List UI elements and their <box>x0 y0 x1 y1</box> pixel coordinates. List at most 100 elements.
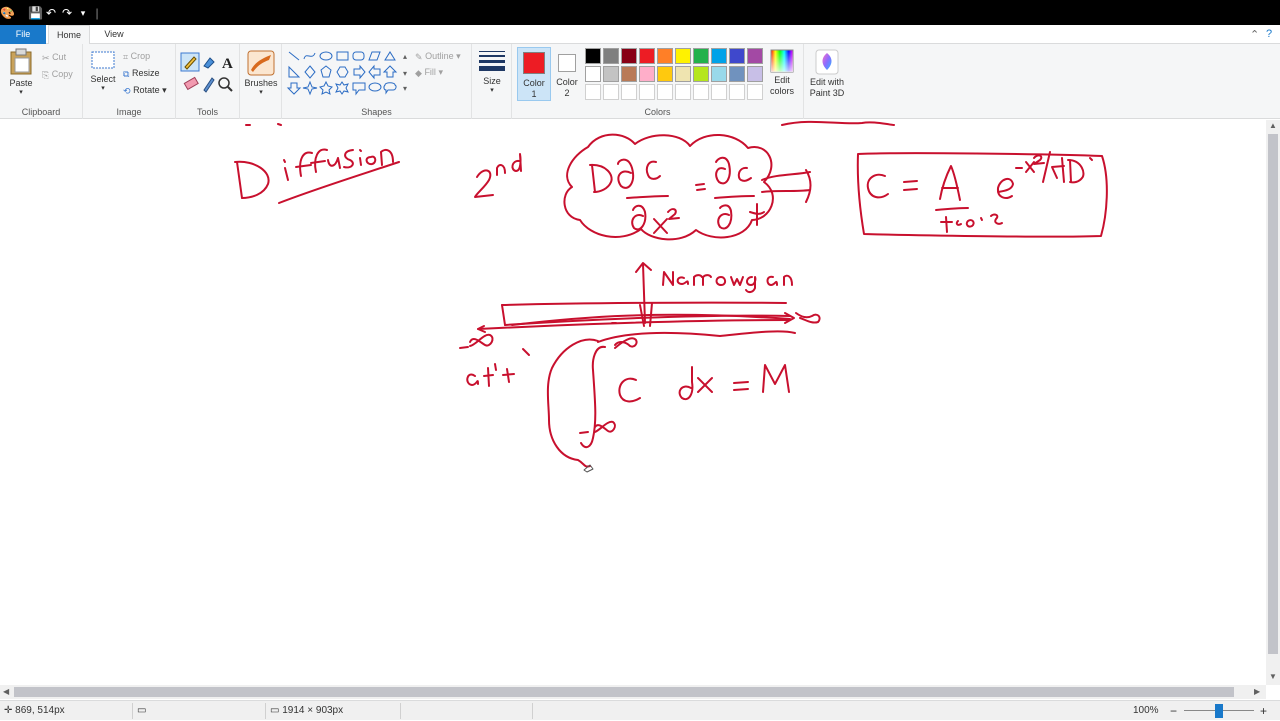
edit-colors-label: Edit colors <box>769 75 794 96</box>
cut-button[interactable]: ✂ Cut <box>42 50 66 64</box>
palette-swatch[interactable] <box>621 48 637 64</box>
resize-button[interactable]: ⧉ Resize <box>123 66 159 80</box>
tab-home[interactable]: Home <box>48 25 90 45</box>
paste-dropdown-icon[interactable]: ▾ <box>6 88 36 96</box>
scroll-up-arrow-icon[interactable]: ▲ <box>1269 121 1277 130</box>
rotate-dropdown-icon[interactable]: ▾ <box>162 85 167 95</box>
brushes-dropdown-icon[interactable]: ▾ <box>244 88 278 96</box>
palette-swatch[interactable] <box>603 66 619 82</box>
tab-file[interactable]: File <box>0 25 46 44</box>
magnifier-icon[interactable] <box>218 77 230 89</box>
shapes-scroll-down-icon[interactable]: ▾ <box>403 69 407 78</box>
canvas-area[interactable] <box>0 120 1280 685</box>
custom-color-slot[interactable] <box>711 84 727 100</box>
scroll-right-arrow-icon[interactable]: ▶ <box>1254 687 1260 696</box>
collapse-ribbon-icon[interactable]: ⌃ <box>1250 28 1259 41</box>
palette-swatch[interactable] <box>693 66 709 82</box>
custom-color-slot[interactable] <box>603 84 619 100</box>
scroll-left-arrow-icon[interactable]: ◀ <box>3 687 9 696</box>
select-button[interactable]: Select ▾ <box>87 50 119 92</box>
custom-color-slot[interactable] <box>675 84 691 100</box>
status-separator <box>132 703 133 719</box>
eraser-icon[interactable] <box>183 76 199 91</box>
diamond-shape-icon <box>304 65 316 79</box>
custom-color-slot[interactable] <box>729 84 745 100</box>
palette-swatch[interactable] <box>603 48 619 64</box>
rectangle-shape-icon <box>336 51 349 61</box>
rectangular-callout-shape-icon <box>352 82 366 96</box>
custom-color-slot[interactable] <box>693 84 709 100</box>
palette-swatch[interactable] <box>711 48 727 64</box>
tab-view[interactable]: View <box>94 25 134 44</box>
palette-swatch[interactable] <box>747 66 763 82</box>
zoom-slider-thumb[interactable] <box>1215 704 1223 718</box>
edit-colors-button[interactable]: Edit colors <box>764 49 800 97</box>
vertical-scrollbar[interactable]: ▲ ▼ <box>1266 120 1280 685</box>
color2-button[interactable]: Color 2 <box>552 47 582 101</box>
edit-with-paint3d-button[interactable]: Edit with Paint 3D <box>806 49 848 99</box>
save-icon[interactable]: 💾 <box>28 6 43 20</box>
color1-button[interactable]: Color 1 <box>517 47 551 101</box>
fill-bucket-icon[interactable] <box>203 57 215 69</box>
scroll-down-arrow-icon[interactable]: ▼ <box>1269 672 1277 681</box>
palette-swatch[interactable] <box>675 66 691 82</box>
shapes-gallery[interactable] <box>286 49 406 99</box>
image-size: 1914 × 903px <box>282 705 344 716</box>
palette-swatch[interactable] <box>693 48 709 64</box>
palette-swatch[interactable] <box>711 66 727 82</box>
copy-button[interactable]: ⎘ Copy <box>42 67 73 81</box>
custom-color-slot[interactable] <box>657 84 673 100</box>
text-tool-icon[interactable]: A <box>222 56 233 72</box>
undo-icon[interactable]: ↶ <box>44 6 58 20</box>
horizontal-scrollbar[interactable]: ◀ ▶ <box>0 685 1266 699</box>
triangle-shape-icon <box>384 51 396 61</box>
four-point-star-shape-icon <box>302 80 318 96</box>
status-separator <box>265 703 266 719</box>
outline-icon: ✎ <box>415 51 423 62</box>
help-icon[interactable]: ? <box>1266 28 1272 40</box>
palette-swatch[interactable] <box>675 48 691 64</box>
rotate-button[interactable]: ⟲ Rotate ▾ <box>123 83 167 97</box>
size-button[interactable]: Size ▾ <box>477 50 507 94</box>
curve-shape-icon <box>303 52 316 60</box>
zoom-out-icon[interactable]: − <box>1170 701 1177 721</box>
select-dropdown-icon[interactable]: ▾ <box>87 84 119 92</box>
palette-swatch[interactable] <box>585 48 601 64</box>
palette-swatch[interactable] <box>747 48 763 64</box>
size-dropdown-icon[interactable]: ▾ <box>477 86 507 94</box>
tools-group-label: Tools <box>196 107 218 117</box>
custom-color-slot[interactable] <box>621 84 637 100</box>
vertical-scroll-thumb[interactable] <box>1268 134 1278 654</box>
title-bar: 🎨 💾 ↶ ↷ ▾ | <box>0 0 1280 25</box>
palette-swatch[interactable] <box>729 48 745 64</box>
color-picker-icon[interactable] <box>203 77 215 93</box>
paste-button[interactable]: Paste ▾ <box>6 48 36 96</box>
custom-color-slot[interactable] <box>639 84 655 100</box>
palette-swatch[interactable] <box>621 66 637 82</box>
palette-swatch[interactable] <box>585 66 601 82</box>
shapes-scroll-up-icon[interactable]: ▴ <box>403 52 407 61</box>
up-arrow-shape-icon <box>382 65 398 78</box>
outline-button[interactable]: ✎ Outline ▾ <box>415 49 461 63</box>
custom-color-slot[interactable] <box>747 84 763 100</box>
fill-label: Fill <box>424 67 436 77</box>
palette-swatch[interactable] <box>639 48 655 64</box>
fill-button[interactable]: ◆ Fill ▾ <box>415 65 443 79</box>
palette-swatch[interactable] <box>657 66 673 82</box>
shapes-expand-icon[interactable]: ▾ <box>403 84 407 93</box>
drawing-canvas[interactable] <box>0 120 1266 685</box>
custom-color-slot[interactable] <box>585 84 601 100</box>
palette-swatch[interactable] <box>729 66 745 82</box>
line-size-icon <box>479 51 505 71</box>
brushes-button[interactable]: Brushes ▾ <box>244 50 278 96</box>
paint-app-icon: 🎨 <box>0 6 15 20</box>
crop-button[interactable]: ⌗ Crop <box>123 49 150 63</box>
redo-icon[interactable]: ↷ <box>60 6 74 20</box>
palette-swatch[interactable] <box>657 48 673 64</box>
horizontal-scroll-thumb[interactable] <box>14 687 1234 697</box>
color1-label: Color 1 <box>523 78 545 99</box>
quick-access-dropdown-icon[interactable]: ▾ <box>76 6 90 20</box>
palette-swatch[interactable] <box>639 66 655 82</box>
six-point-star-shape-icon <box>335 81 349 95</box>
zoom-in-icon[interactable]: + <box>1260 701 1267 721</box>
